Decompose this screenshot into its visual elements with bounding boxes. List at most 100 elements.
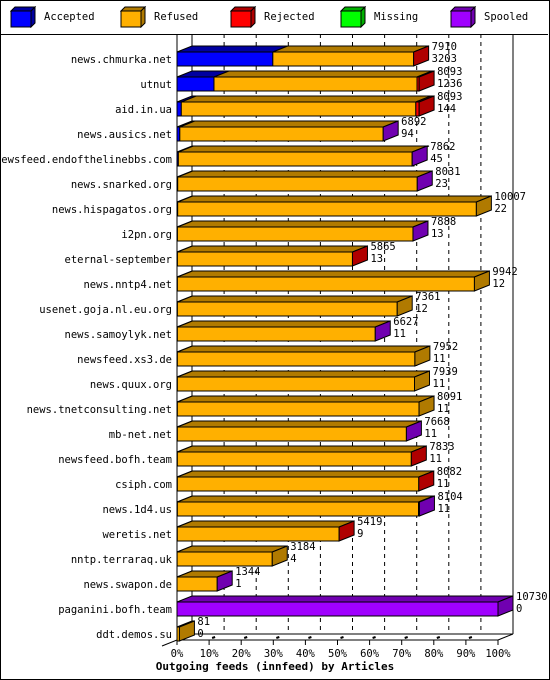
accepted-value-label: 11 bbox=[429, 453, 442, 465]
category-label: news.ausics.net bbox=[77, 129, 172, 141]
bar-segment-accepted bbox=[176, 101, 182, 117]
bar-top-spooled bbox=[176, 595, 514, 603]
total-value-label: 10730 bbox=[516, 591, 548, 603]
accepted-value-label: 94 bbox=[401, 128, 414, 140]
total-value-label: 7361 bbox=[415, 291, 440, 303]
bar-top-refused bbox=[177, 395, 435, 403]
total-value-label: 1344 bbox=[235, 566, 260, 578]
bar-top-refused bbox=[179, 120, 399, 128]
bar-segment-refused bbox=[176, 401, 420, 417]
accepted-value-label: 144 bbox=[437, 103, 456, 115]
category-label: news.samoylyk.net bbox=[65, 329, 172, 341]
total-value-label: 8093 bbox=[437, 91, 462, 103]
x-tick-label: 10% bbox=[200, 648, 220, 660]
total-value-label: 7862 bbox=[430, 141, 455, 153]
bar-segment-refused bbox=[272, 51, 415, 67]
total-value-label: 7952 bbox=[433, 341, 458, 353]
bar-segment-refused bbox=[177, 176, 418, 192]
bar-segment-refused bbox=[176, 251, 353, 267]
total-value-label: 8091 bbox=[437, 391, 462, 403]
bar-segment-refused bbox=[176, 576, 218, 592]
category-label: weretis.net bbox=[102, 529, 172, 541]
accepted-value-label: 11 bbox=[437, 503, 450, 515]
total-value-label: 5865 bbox=[370, 241, 395, 253]
x-tick-mark bbox=[243, 636, 248, 639]
bar-segment-refused bbox=[176, 226, 414, 242]
bar-chart: 0% 10% 20% 30% 40% 50% 60% 70% 80% 90% 100% Outgoin… bbox=[0, 34, 548, 673]
category-label: eternal-september bbox=[65, 254, 172, 266]
accepted-value-label: 13 bbox=[431, 228, 444, 240]
bar-segment-accepted bbox=[176, 51, 274, 67]
category-label: mb-net.net bbox=[109, 429, 172, 441]
accepted-value-label: 11 bbox=[393, 328, 406, 340]
bar-segment-refused bbox=[176, 276, 475, 292]
category-label: news.snarked.org bbox=[71, 179, 172, 191]
total-value-label: 81 bbox=[197, 616, 210, 628]
bar-segment-refused bbox=[177, 201, 477, 217]
bar-segment-refused bbox=[213, 76, 418, 92]
bar-top-refused bbox=[177, 345, 431, 353]
bar-top-refused bbox=[213, 70, 433, 78]
accepted-value-label: 11 bbox=[437, 403, 450, 415]
category-label: news.quux.org bbox=[90, 379, 172, 391]
total-value-label: 6892 bbox=[401, 116, 426, 128]
x-tick-label: 100% bbox=[485, 648, 511, 660]
bar-top-refused bbox=[272, 45, 429, 53]
bar-top-refused bbox=[177, 445, 427, 453]
x-tick-mark bbox=[436, 636, 441, 639]
bar-end-cap bbox=[178, 620, 195, 642]
total-value-label: 8093 bbox=[437, 66, 462, 78]
bar-top-refused bbox=[177, 470, 434, 478]
accepted-value-label: 9 bbox=[357, 528, 363, 540]
bar-segment-refused bbox=[176, 526, 340, 542]
category-label: paganini.bofh.team bbox=[58, 604, 172, 616]
accepted-value-label: 12 bbox=[492, 278, 505, 290]
category-label: news.hispagatos.org bbox=[52, 204, 172, 216]
bar-top-refused bbox=[177, 295, 413, 303]
total-value-label: 7833 bbox=[429, 441, 454, 453]
x-tick-label: 40% bbox=[296, 648, 316, 660]
category-label: ddt.demos.su bbox=[96, 629, 172, 641]
bar-top-refused bbox=[177, 195, 492, 203]
bar-segment-accepted bbox=[176, 76, 215, 92]
accepted-value-label: 11 bbox=[424, 428, 437, 440]
accepted-value-label: 12 bbox=[415, 303, 428, 315]
category-label: newsfeed.bofh.team bbox=[58, 454, 172, 466]
total-value-label: 9942 bbox=[492, 266, 517, 278]
bar-top-refused bbox=[177, 220, 429, 228]
bar-segment-refused bbox=[180, 101, 417, 117]
x-tick-label: 60% bbox=[360, 648, 380, 660]
bar-segment-refused bbox=[177, 151, 413, 167]
category-label: i2pn.org bbox=[121, 229, 172, 241]
total-value-label: 5419 bbox=[357, 516, 382, 528]
x-tick-mark bbox=[275, 636, 280, 639]
x-tick-label: 30% bbox=[264, 648, 284, 660]
bar-top-refused bbox=[176, 545, 288, 553]
bar-top-refused bbox=[177, 270, 490, 278]
category-label: nntp.terraraq.uk bbox=[71, 554, 173, 566]
bar-segment-refused bbox=[176, 451, 412, 467]
accepted-value-label: 4 bbox=[290, 553, 296, 565]
total-value-label: 10007 bbox=[494, 191, 526, 203]
x-tick-mark bbox=[404, 636, 409, 639]
total-value-label: 7939 bbox=[433, 366, 458, 378]
category-label: usenet.goja.nl.eu.org bbox=[39, 304, 172, 316]
category-label: news.chmurka.net bbox=[71, 54, 172, 66]
x-tick-mark bbox=[372, 636, 376, 639]
accepted-value-label: 11 bbox=[437, 478, 450, 490]
x-tick-label: 70% bbox=[392, 648, 412, 660]
bar-top-refused bbox=[177, 170, 433, 178]
bar-top-accepted bbox=[176, 45, 289, 53]
floor-right-edge bbox=[497, 633, 514, 641]
bar-segment-refused bbox=[176, 501, 420, 517]
accepted-value-label: 11 bbox=[433, 353, 446, 365]
bar-segment-refused bbox=[176, 551, 273, 567]
accepted-value-label: 22 bbox=[494, 203, 507, 215]
x-tick-label: 90% bbox=[456, 648, 476, 660]
bar-top-refused bbox=[177, 495, 434, 503]
total-value-label: 8031 bbox=[435, 166, 460, 178]
bar-top-refused bbox=[177, 520, 355, 528]
x-tick-mark bbox=[211, 636, 216, 639]
category-label: news.1d4.us bbox=[102, 504, 172, 516]
category-label: newsfeed.xs3.de bbox=[77, 354, 172, 366]
